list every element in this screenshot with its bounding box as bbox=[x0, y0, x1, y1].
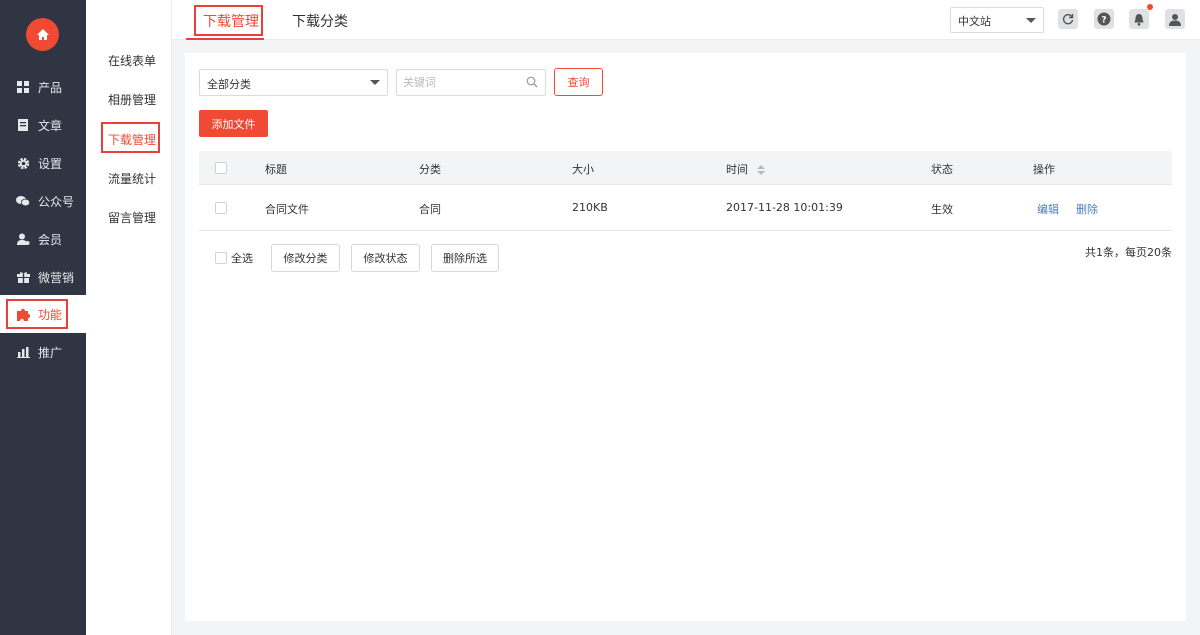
column-header-time[interactable]: 时间 bbox=[726, 161, 765, 177]
sidebar-item-label: 推广 bbox=[38, 345, 63, 360]
table-header: 标题 分类 大小 时间 状态 操作 bbox=[199, 151, 1172, 185]
row-status: 生效 bbox=[931, 203, 953, 216]
sidebar-item-products[interactable]: 产品 bbox=[0, 68, 86, 106]
document-icon bbox=[16, 118, 30, 132]
sidebar-item-marketing[interactable]: 微营销 bbox=[0, 258, 86, 296]
wechat-icon bbox=[16, 194, 30, 208]
sidebar-item-label: 微营销 bbox=[38, 270, 75, 285]
sidebar-item-label: 会员 bbox=[38, 232, 63, 247]
chevron-down-icon bbox=[370, 80, 380, 85]
user-avatar-icon bbox=[1169, 13, 1181, 26]
row-category: 合同 bbox=[419, 203, 441, 216]
notification-badge bbox=[1147, 4, 1153, 10]
column-header-title: 标题 bbox=[265, 163, 287, 176]
column-header-size: 大小 bbox=[572, 163, 594, 176]
query-button[interactable]: 查询 bbox=[554, 68, 603, 96]
svg-text:?: ? bbox=[1101, 16, 1106, 26]
keyword-input[interactable] bbox=[397, 70, 517, 95]
sidebar-item-promotion[interactable]: 推广 bbox=[0, 333, 86, 371]
change-category-button[interactable]: 修改分类 bbox=[271, 244, 340, 272]
user-icon bbox=[16, 232, 30, 246]
sidebar-item-settings[interactable]: 设置 bbox=[0, 144, 86, 182]
column-header-time-label: 时间 bbox=[726, 163, 748, 176]
refresh-button[interactable] bbox=[1058, 9, 1078, 29]
home-icon bbox=[36, 28, 49, 40]
tab-download-categories[interactable]: 下载分类 bbox=[292, 11, 348, 31]
column-header-category: 分类 bbox=[419, 163, 441, 176]
sort-icon[interactable] bbox=[756, 165, 765, 175]
sidebar-item-articles[interactable]: 文章 bbox=[0, 106, 86, 144]
chevron-down-icon bbox=[1026, 18, 1036, 23]
language-select[interactable]: 中文站 bbox=[950, 7, 1044, 33]
bell-icon bbox=[1134, 13, 1144, 26]
subnav-item-albums[interactable]: 相册管理 bbox=[108, 91, 156, 108]
home-logo[interactable] bbox=[26, 18, 59, 51]
gift-icon bbox=[16, 270, 30, 284]
subnav-item-traffic[interactable]: 流量统计 bbox=[108, 170, 156, 187]
content-panel bbox=[185, 53, 1186, 621]
language-value: 中文站 bbox=[958, 15, 991, 28]
subnav-item-messages[interactable]: 留言管理 bbox=[108, 209, 156, 226]
highlight-box bbox=[6, 299, 68, 329]
edit-link[interactable]: 编辑 bbox=[1037, 201, 1059, 217]
column-header-status: 状态 bbox=[931, 163, 953, 176]
change-status-button[interactable]: 修改状态 bbox=[351, 244, 420, 272]
active-tab-indicator bbox=[186, 38, 264, 40]
help-icon: ? bbox=[1097, 12, 1111, 26]
secondary-sidebar: 在线表单 相册管理 下载管理 流量统计 留言管理 bbox=[86, 0, 172, 635]
sidebar-item-label: 文章 bbox=[38, 118, 63, 133]
user-menu-button[interactable] bbox=[1165, 9, 1185, 29]
bar-chart-icon bbox=[16, 345, 30, 359]
sidebar-item-wechat[interactable]: 公众号 bbox=[0, 182, 86, 220]
search-icon[interactable] bbox=[526, 76, 538, 91]
pagination-info: 共1条，每页20条 bbox=[1085, 246, 1172, 259]
sidebar-item-features[interactable]: 功能 bbox=[0, 295, 86, 333]
row-time: 2017-11-28 10:01:39 bbox=[726, 201, 843, 214]
highlight-box bbox=[101, 122, 160, 153]
select-all-label[interactable]: 全选 bbox=[231, 250, 253, 266]
subnav-item-online-forms[interactable]: 在线表单 bbox=[108, 52, 156, 69]
category-filter-select[interactable]: 全部分类 bbox=[199, 69, 388, 96]
sidebar-item-label: 设置 bbox=[38, 156, 63, 171]
category-filter-value: 全部分类 bbox=[207, 78, 251, 91]
sidebar-item-members[interactable]: 会员 bbox=[0, 220, 86, 258]
column-header-actions: 操作 bbox=[1033, 163, 1055, 176]
select-all-checkbox[interactable] bbox=[215, 252, 227, 264]
add-file-button[interactable]: 添加文件 bbox=[199, 110, 268, 137]
refresh-icon bbox=[1062, 14, 1074, 25]
highlight-box bbox=[194, 5, 263, 36]
sidebar-item-label: 公众号 bbox=[38, 194, 75, 209]
grid-icon bbox=[16, 80, 30, 94]
header-checkbox[interactable] bbox=[215, 162, 227, 174]
row-size: 210KB bbox=[572, 201, 608, 214]
row-checkbox[interactable] bbox=[215, 202, 227, 214]
keyword-search bbox=[396, 69, 546, 96]
delete-selected-button[interactable]: 删除所选 bbox=[431, 244, 499, 272]
help-button[interactable]: ? bbox=[1094, 9, 1114, 29]
delete-link[interactable]: 删除 bbox=[1076, 201, 1098, 217]
main-sidebar: 产品 文章 设置 公众号 会员 微营销 功能 推广 bbox=[0, 0, 86, 635]
sidebar-item-label: 产品 bbox=[38, 80, 63, 95]
notifications-button[interactable] bbox=[1129, 9, 1149, 29]
table-row: 合同文件 合同 210KB 2017-11-28 10:01:39 生效 编辑 … bbox=[199, 185, 1172, 231]
row-title: 合同文件 bbox=[265, 203, 309, 216]
gear-icon bbox=[16, 156, 30, 170]
